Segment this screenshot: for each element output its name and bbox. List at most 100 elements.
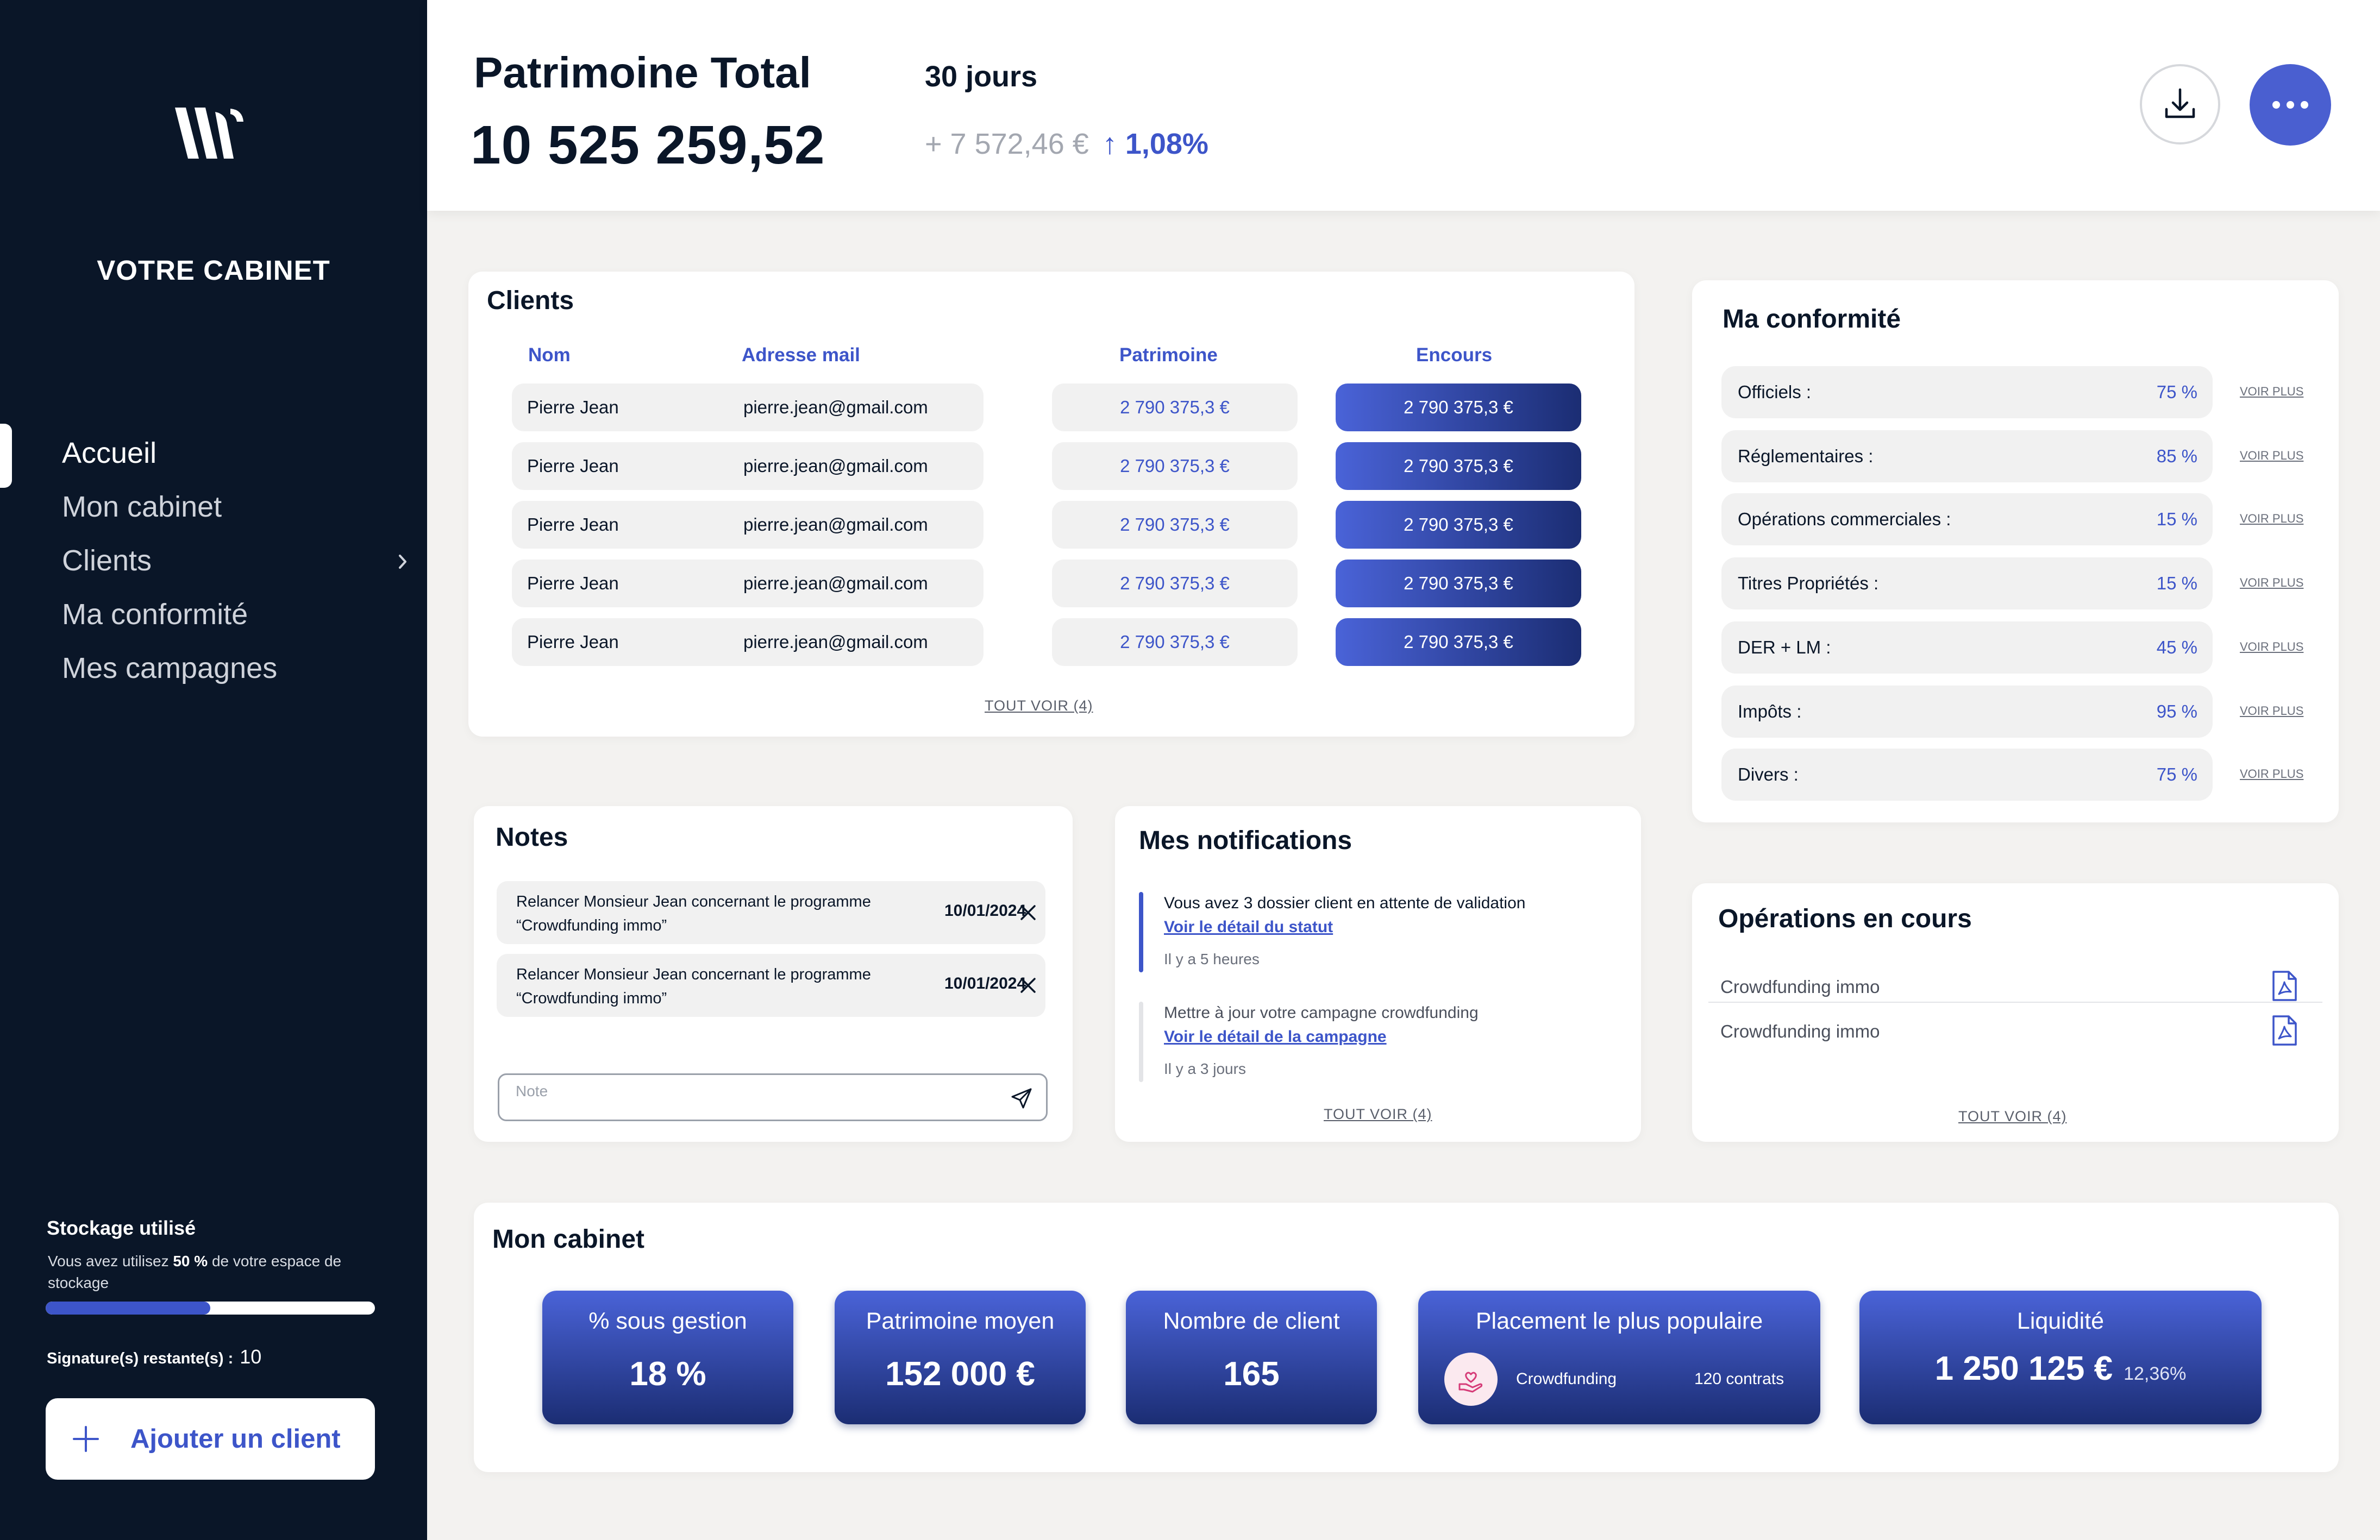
tile-under-management[interactable]: % sous gestion 18 % bbox=[542, 1291, 793, 1424]
tile-value: 152 000 € bbox=[885, 1355, 1035, 1393]
see-more-link[interactable]: VOIR PLUS bbox=[2240, 767, 2303, 781]
cabinet-title: VOTRE CABINET bbox=[97, 255, 330, 286]
wealth-change: + 7 572,46 € ↑ 1,08% bbox=[925, 127, 1208, 161]
notification-item: Vous avez 3 dossier client en attente de… bbox=[1139, 892, 1617, 990]
notifications-title: Mes notifications bbox=[1139, 826, 1352, 855]
nav-item-mes-campagnes[interactable]: Mes campagnes bbox=[0, 642, 427, 695]
note-input[interactable] bbox=[516, 1080, 994, 1102]
conformity-label: Opérations commerciales : bbox=[1738, 509, 1951, 529]
tile-client-count[interactable]: Nombre de client 165 bbox=[1126, 1291, 1377, 1424]
see-more-link[interactable]: VOIR PLUS bbox=[2240, 640, 2303, 654]
conformity-percent: 95 % bbox=[2156, 701, 2197, 721]
see-more-link[interactable]: VOIR PLUS bbox=[2240, 385, 2303, 399]
conformity-title: Ma conformité bbox=[1723, 305, 1901, 334]
conformity-percent: 45 % bbox=[2156, 637, 2197, 657]
conformity-row: Divers : 75 % bbox=[1721, 749, 2213, 801]
client-name: Pierre Jean bbox=[527, 397, 619, 417]
note-date: 10/01/2024 bbox=[944, 975, 1026, 992]
download-icon bbox=[2165, 88, 2195, 118]
tile-average-wealth[interactable]: Patrimoine moyen 152 000 € bbox=[835, 1291, 1086, 1424]
storage-progress-fill bbox=[46, 1302, 210, 1315]
read-indicator bbox=[1139, 1002, 1143, 1082]
send-icon[interactable] bbox=[1009, 1086, 1034, 1111]
conformity-row: Impôts : 95 % bbox=[1721, 686, 2213, 738]
pdf-icon[interactable] bbox=[2271, 1015, 2297, 1046]
client-name-email-cell: Pierre Jean pierre.jean@gmail.com bbox=[512, 560, 984, 607]
client-encours: 2 790 375,3 € bbox=[1336, 618, 1581, 666]
client-patrimoine: 2 790 375,3 € bbox=[1052, 442, 1298, 490]
add-client-button[interactable]: Ajouter un client bbox=[46, 1398, 375, 1480]
note-text: Relancer Monsieur Jean concernant le pro… bbox=[516, 893, 871, 934]
client-email: pierre.jean@gmail.com bbox=[743, 632, 928, 652]
more-options-button[interactable] bbox=[2250, 64, 2331, 146]
conformity-label: Divers : bbox=[1738, 764, 1799, 784]
nav-item-clients[interactable]: Clients bbox=[0, 534, 427, 588]
client-email: pierre.jean@gmail.com bbox=[743, 573, 928, 593]
conformity-row: Opérations commerciales : 15 % bbox=[1721, 493, 2213, 545]
total-wealth-value: 10 525 259,52 bbox=[471, 115, 825, 175]
signatures-label: Signature(s) restante(s) : bbox=[47, 1350, 234, 1367]
storage-title: Stockage utilisé bbox=[47, 1217, 196, 1239]
change-percent: 1,08% bbox=[1125, 128, 1208, 160]
nav-item-ma-conformite[interactable]: Ma conformité bbox=[0, 588, 427, 642]
see-more-link[interactable]: VOIR PLUS bbox=[2240, 512, 2303, 526]
main-nav: Accueil Mon cabinet Clients Ma conformit… bbox=[0, 426, 427, 695]
operation-item[interactable]: Crowdfunding immo bbox=[1708, 1009, 2322, 1053]
operation-label: Crowdfunding immo bbox=[1720, 1021, 1880, 1041]
divider bbox=[1708, 1002, 2322, 1003]
brand-logo[interactable] bbox=[173, 103, 246, 163]
client-email: pierre.jean@gmail.com bbox=[743, 456, 928, 476]
nav-item-accueil[interactable]: Accueil bbox=[0, 426, 427, 480]
storage-text-before: Vous avez utilisez bbox=[48, 1253, 173, 1269]
notifications-see-all-link[interactable]: TOUT VOIR (4) bbox=[1324, 1106, 1432, 1123]
operations-card: Opérations en cours Crowdfunding immo Cr… bbox=[1692, 883, 2339, 1142]
notifications-card: Mes notifications Vous avez 3 dossier cl… bbox=[1115, 806, 1641, 1142]
operations-title: Opérations en cours bbox=[1718, 904, 1972, 933]
signatures-count: 10 bbox=[240, 1346, 262, 1368]
header: Patrimoine Total 10 525 259,52 30 jours … bbox=[427, 0, 2380, 211]
client-email: pierre.jean@gmail.com bbox=[743, 514, 928, 535]
nav-item-label: Accueil bbox=[62, 437, 157, 469]
note-input-field bbox=[498, 1073, 1048, 1121]
close-icon[interactable] bbox=[1018, 903, 1038, 922]
client-name: Pierre Jean bbox=[527, 514, 619, 535]
tile-value: 1 250 125 € bbox=[1934, 1350, 2113, 1387]
operations-see-all-link[interactable]: TOUT VOIR (4) bbox=[1958, 1108, 2067, 1125]
see-more-link[interactable]: VOIR PLUS bbox=[2240, 704, 2303, 718]
column-header-name: Nom bbox=[528, 344, 571, 366]
conformity-percent: 75 % bbox=[2156, 382, 2197, 402]
conformity-percent: 15 % bbox=[2156, 509, 2197, 529]
my-cabinet-title: Mon cabinet bbox=[492, 1225, 645, 1254]
nav-item-mon-cabinet[interactable]: Mon cabinet bbox=[0, 480, 427, 534]
total-wealth-title: Patrimoine Total bbox=[474, 48, 811, 97]
client-patrimoine: 2 790 375,3 € bbox=[1052, 618, 1298, 666]
operation-label: Crowdfunding immo bbox=[1720, 977, 1880, 997]
popular-placement-count: 120 contrats bbox=[1694, 1370, 1784, 1388]
client-encours: 2 790 375,3 € bbox=[1336, 384, 1581, 431]
clients-title: Clients bbox=[487, 286, 574, 315]
close-icon[interactable] bbox=[1018, 976, 1038, 995]
see-more-link[interactable]: VOIR PLUS bbox=[2240, 449, 2303, 463]
pdf-icon[interactable] bbox=[2271, 970, 2297, 1002]
conformity-percent: 15 % bbox=[2156, 573, 2197, 593]
notification-link[interactable]: Voir le détail de la campagne bbox=[1164, 1028, 1387, 1046]
download-button[interactable] bbox=[2140, 64, 2220, 144]
tile-title: % sous gestion bbox=[588, 1308, 747, 1334]
client-encours: 2 790 375,3 € bbox=[1336, 560, 1581, 607]
storage-percent: 50 % bbox=[173, 1253, 208, 1269]
clients-see-all-link[interactable]: TOUT VOIR (4) bbox=[985, 697, 1093, 714]
conformity-label: Impôts : bbox=[1738, 701, 1802, 721]
tile-popular-placement[interactable]: Placement le plus populaire Crowdfunding… bbox=[1418, 1291, 1820, 1424]
tile-liquidity[interactable]: Liquidité 1 250 125 € 12,36% bbox=[1859, 1291, 2262, 1424]
tile-value: 18 % bbox=[629, 1355, 706, 1393]
signatures-remaining: Signature(s) restante(s) : 10 bbox=[47, 1346, 261, 1368]
nav-item-label: Clients bbox=[62, 544, 152, 577]
see-more-link[interactable]: VOIR PLUS bbox=[2240, 576, 2303, 590]
conformity-row: Réglementaires : 85 % bbox=[1721, 430, 2213, 482]
column-header-encours: Encours bbox=[1416, 344, 1493, 366]
conformity-percent: 85 % bbox=[2156, 446, 2197, 466]
conformity-label: Officiels : bbox=[1738, 382, 1812, 402]
notification-time: Il y a 5 heures bbox=[1164, 951, 1260, 967]
notification-link[interactable]: Voir le détail du statut bbox=[1164, 918, 1333, 936]
unread-indicator bbox=[1139, 892, 1143, 972]
